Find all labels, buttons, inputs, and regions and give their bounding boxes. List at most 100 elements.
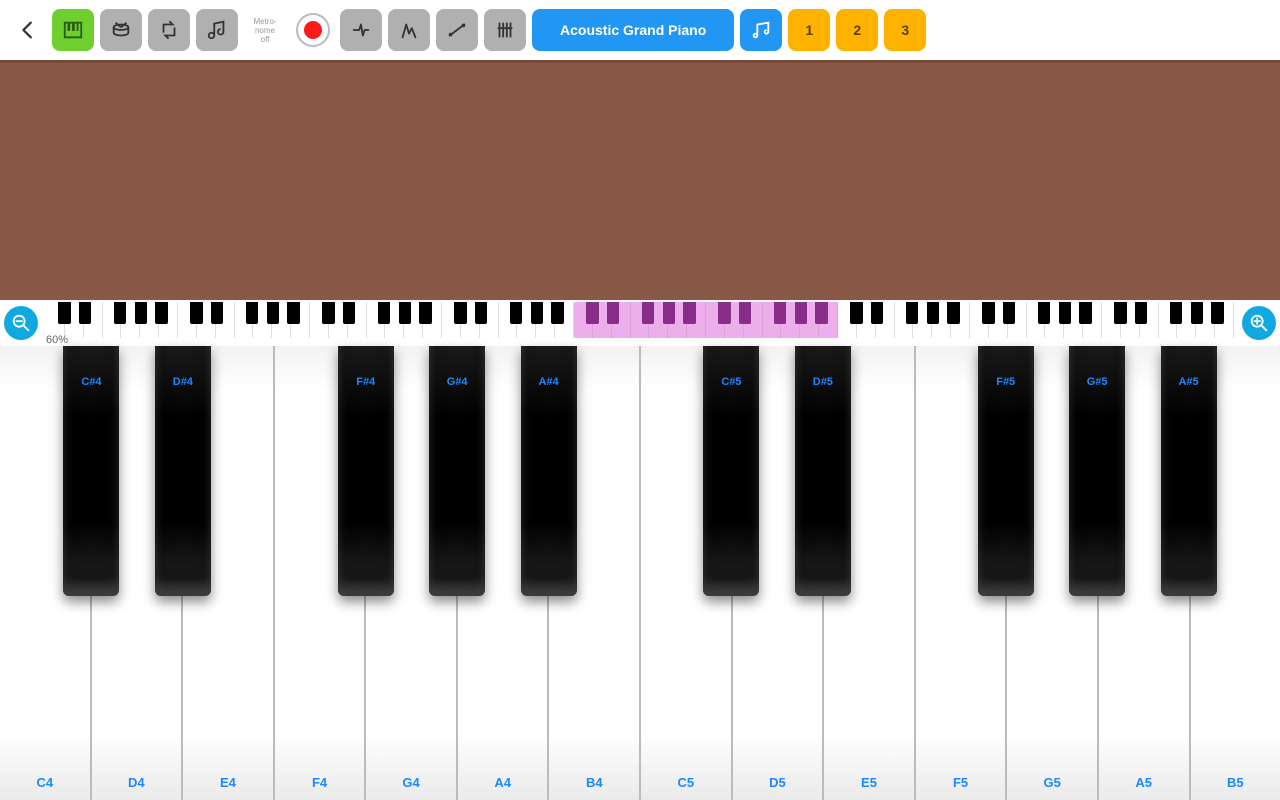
overview-black-key[interactable]	[454, 302, 466, 324]
overview-black-key[interactable]	[399, 302, 411, 324]
sound-settings-button[interactable]	[740, 9, 782, 51]
record-button[interactable]	[292, 9, 334, 51]
overview-black-key[interactable]	[1114, 302, 1126, 324]
overview-black-key[interactable]	[1211, 302, 1223, 324]
overview-black-key[interactable]	[1135, 302, 1147, 324]
overview-black-key[interactable]	[475, 302, 487, 324]
zoom-out-button[interactable]	[4, 306, 38, 340]
overview-black-key[interactable]	[79, 302, 91, 324]
overview-black-key[interactable]	[58, 302, 70, 324]
overview-black-key[interactable]	[155, 302, 167, 324]
overview-black-key[interactable]	[871, 302, 883, 324]
overview-black-key[interactable]	[343, 302, 355, 324]
black-key[interactable]: G#5	[1069, 346, 1125, 596]
overview-black-key[interactable]	[947, 302, 959, 324]
overview-black-key[interactable]	[114, 302, 126, 324]
overview-black-key[interactable]	[287, 302, 299, 324]
preset-2-button[interactable]: 2	[836, 9, 878, 51]
black-key[interactable]: G#4	[429, 346, 485, 596]
black-key[interactable]: C#4	[63, 346, 119, 596]
preset-1-button[interactable]: 1	[788, 9, 830, 51]
overview-black-key[interactable]	[663, 302, 675, 324]
black-key[interactable]: D#4	[155, 346, 211, 596]
keyboard-mode-button[interactable]	[52, 9, 94, 51]
black-key-label: C#4	[81, 376, 101, 596]
metronome-line1: Metro-	[253, 17, 276, 26]
black-key[interactable]: F#4	[338, 346, 394, 596]
chord-icon	[494, 19, 516, 41]
overview-black-key[interactable]	[1191, 302, 1203, 324]
soundboard-background	[0, 60, 1280, 300]
black-key-label: A#5	[1178, 376, 1198, 596]
overview-strip[interactable]	[46, 302, 1234, 338]
overview-black-key[interactable]	[322, 302, 334, 324]
overview-black-key[interactable]	[774, 302, 786, 324]
overview-black-key[interactable]	[510, 302, 522, 324]
black-key[interactable]: F#5	[978, 346, 1034, 596]
overview-black-key[interactable]	[607, 302, 619, 324]
black-key[interactable]: C#5	[703, 346, 759, 596]
back-button[interactable]	[10, 19, 46, 41]
overview-black-key[interactable]	[190, 302, 202, 324]
metronome-toggle[interactable]: Metro- nome off	[244, 9, 286, 51]
overview-black-key[interactable]	[531, 302, 543, 324]
music-note-icon	[206, 19, 228, 41]
drum-icon	[110, 19, 132, 41]
white-key-label: B5	[1227, 775, 1244, 790]
overview-black-key[interactable]	[815, 302, 827, 324]
overview-black-key[interactable]	[1003, 302, 1015, 324]
loop-mode-button[interactable]	[148, 9, 190, 51]
sustain-button[interactable]	[340, 9, 382, 51]
preset-3-button[interactable]: 3	[884, 9, 926, 51]
black-key-label: F#4	[356, 376, 375, 596]
overview-black-key[interactable]	[1170, 302, 1182, 324]
white-key-label: D5	[769, 775, 786, 790]
overview-black-key[interactable]	[739, 302, 751, 324]
black-key-label: G#4	[447, 376, 468, 596]
overview-black-key[interactable]	[982, 302, 994, 324]
overview-black-key[interactable]	[1038, 302, 1050, 324]
overview-black-key[interactable]	[267, 302, 279, 324]
overview-black-key[interactable]	[135, 302, 147, 324]
overview-black-key[interactable]	[246, 302, 258, 324]
overview-black-key[interactable]	[1059, 302, 1071, 324]
preset-label: 2	[853, 22, 861, 38]
overview-black-key[interactable]	[419, 302, 431, 324]
white-key-label: B4	[586, 775, 603, 790]
tune-icon	[750, 19, 772, 41]
metronome-line3: off	[261, 35, 270, 44]
overview-black-key[interactable]	[718, 302, 730, 324]
overview-black-key[interactable]	[211, 302, 223, 324]
chord-button[interactable]	[484, 9, 526, 51]
glissando-button[interactable]	[436, 9, 478, 51]
drum-mode-button[interactable]	[100, 9, 142, 51]
overview-black-key[interactable]	[586, 302, 598, 324]
black-key[interactable]: D#5	[795, 346, 851, 596]
preset-label: 1	[805, 22, 813, 38]
white-key-label: C4	[36, 775, 53, 790]
black-key-label: D#4	[173, 376, 193, 596]
overview-black-key[interactable]	[1079, 302, 1091, 324]
overview-black-key[interactable]	[551, 302, 563, 324]
black-key[interactable]: A#4	[521, 346, 577, 596]
white-key-label: F4	[312, 775, 327, 790]
instrument-selector[interactable]: Acoustic Grand Piano	[532, 9, 734, 51]
zoom-in-button[interactable]	[1242, 306, 1276, 340]
velocity-icon	[398, 19, 420, 41]
metronome-line2: nome	[255, 26, 275, 35]
overview-highlight[interactable]	[574, 302, 838, 338]
piano-keys-icon	[62, 19, 84, 41]
overview-black-key[interactable]	[683, 302, 695, 324]
keyboard-overview: 60%	[0, 300, 1280, 346]
overview-black-key[interactable]	[906, 302, 918, 324]
velocity-button[interactable]	[388, 9, 430, 51]
notes-mode-button[interactable]	[196, 9, 238, 51]
overview-black-key[interactable]	[795, 302, 807, 324]
overview-black-key[interactable]	[642, 302, 654, 324]
overview-black-key[interactable]	[850, 302, 862, 324]
overview-black-key[interactable]	[378, 302, 390, 324]
glissando-icon	[446, 19, 468, 41]
white-key-label: C5	[678, 775, 695, 790]
overview-black-key[interactable]	[927, 302, 939, 324]
black-key[interactable]: A#5	[1161, 346, 1217, 596]
